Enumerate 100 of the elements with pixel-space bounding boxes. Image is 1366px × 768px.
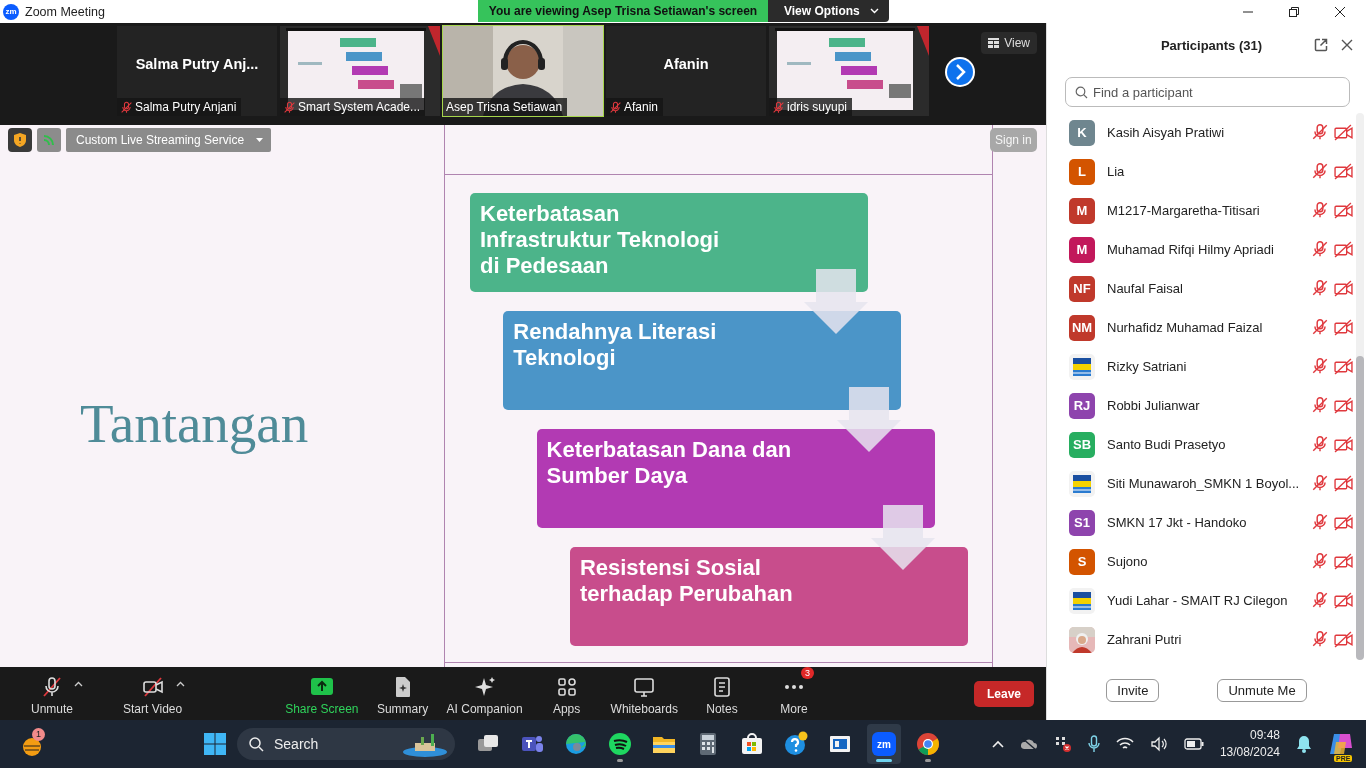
mic-button[interactable]: Unmute [16,669,88,718]
share-button[interactable]: Share Screen [277,669,367,718]
next-page-button[interactable] [944,56,976,88]
participant-row[interactable]: M Muhamad Rifqi Hilmy Apriadi [1047,230,1357,269]
close-icon[interactable] [1341,39,1353,51]
whiteboard-button[interactable]: Whiteboards [602,669,686,718]
participant-name: Nurhafidz Muhamad Faizal [1107,320,1264,335]
video-off-icon [1334,162,1354,181]
network-error-icon[interactable] [1053,736,1072,752]
zoom-logo: zm [3,3,19,20]
copilot-icon[interactable] [1328,732,1354,756]
video-tile[interactable]: Smart System Acade... [280,26,440,116]
participant-row[interactable]: NM Nurhafidz Muhamad Faizal [1047,308,1357,347]
pop-out-icon[interactable] [1314,38,1328,52]
video-tile[interactable]: Salma Putry Anj... Salma Putry Anjani [117,26,277,116]
battery-icon[interactable] [1183,738,1204,750]
video-off-icon [1334,552,1354,571]
muted-mic-icon [1311,630,1330,648]
participant-row[interactable]: K Kasih Aisyah Pratiwi [1047,113,1357,152]
video-off-icon [1334,435,1354,454]
participant-row[interactable]: S1 SMKN 17 Jkt - Handoko [1047,503,1357,542]
video-off-icon [1334,240,1354,259]
close-icon[interactable] [1334,5,1346,18]
notes-button[interactable]: Notes [685,669,758,718]
view-button[interactable]: View [981,32,1037,54]
muted-mic-icon [1311,162,1330,180]
apps-icon [555,676,578,698]
security-shield-icon[interactable] [8,128,32,152]
avatar: NM [1069,314,1095,341]
caret-icon[interactable] [176,680,186,687]
participant-name: Lia [1107,164,1126,179]
clock[interactable]: 09:48 13/08/2024 [1219,727,1280,761]
search-icon [1075,86,1088,99]
view-options-button[interactable]: View Options [768,0,889,22]
avatar: S1 [1069,509,1095,536]
edge-icon [563,731,589,757]
store-icon [739,731,765,757]
participant-row[interactable]: SB Santo Budi Prasetyo [1047,425,1357,464]
muted-mic-icon [1311,552,1330,570]
grid-icon [988,38,1000,48]
search-bar[interactable]: Search [237,728,455,760]
video-tile[interactable]: idris suyupi [769,26,929,116]
participant-row[interactable]: Zahrani Putri [1047,620,1357,659]
avatar: NF [1069,275,1095,302]
zoom-app-button[interactable]: zm [867,724,901,764]
video-off-icon [1334,201,1354,220]
bell-icon[interactable] [1296,735,1312,753]
muted-mic-icon [1311,396,1330,414]
video-off-icon [1334,123,1354,142]
participant-name: Smart System Acade... [298,100,421,114]
caret-icon [256,138,264,142]
wifi-icon[interactable] [1115,737,1134,751]
participant-name: Asep Trisna Setiawan [446,100,563,114]
more-button[interactable]: 3 More [757,669,830,718]
avatar: SB [1069,431,1095,458]
participant-name: Santo Budi Prasetyo [1107,437,1227,452]
participant-row[interactable]: S Sujono [1047,542,1357,581]
participant-row[interactable]: M M1217-Margaretha-Titisari [1047,191,1357,230]
participant-name: Kasih Aisyah Pratiwi [1107,125,1226,140]
spotify-icon [607,731,633,757]
avatar: RJ [1069,392,1095,419]
panel-title: Participants (31) [1160,38,1263,53]
participant-name: Salma Putry Anj... [135,56,259,72]
muted-mic-icon [1311,318,1330,336]
participant-row[interactable]: Yudi Lahar - SMAIT RJ Cilegon [1047,581,1357,620]
participant-name: Sujono [1107,554,1149,569]
leave-button[interactable]: Leave [973,680,1034,707]
chevron-up-icon[interactable] [991,740,1004,748]
video-off-icon [1334,396,1354,415]
search-field[interactable]: Find a participant [1065,77,1350,107]
scroll-thumb[interactable] [1356,356,1365,660]
participant-row[interactable]: L Lia [1047,152,1357,191]
weather-widget[interactable]: 1 [18,727,48,761]
maximize-icon[interactable] [1288,5,1300,18]
viewing-banner: You are viewing Asep Trisna Setiawan's screen [478,0,768,22]
video-tile[interactable]: Afanin Afanin [606,26,766,116]
participant-row[interactable]: NF Naufal Faisal [1047,269,1357,308]
companion-button[interactable]: AI Companion [438,669,531,718]
apps-button[interactable]: Apps [530,669,603,718]
microphone-icon[interactable] [1087,735,1100,753]
muted-mic-icon [1311,591,1330,609]
caret-icon[interactable] [74,680,83,687]
participant-row[interactable]: Siti Munawaroh_SMKN 1 Boyol... [1047,464,1357,503]
down-arrow-shape [837,387,902,452]
participant-row[interactable]: RJ Robbi Julianwar [1047,386,1357,425]
participant-name: Afanin [663,56,709,72]
notification-badge: 1 [32,727,45,741]
video-tile[interactable]: Asep Trisna Setiawan [443,26,603,116]
start-icon[interactable] [203,732,227,756]
cloud-off-icon[interactable] [1019,737,1038,751]
summary-button[interactable]: Summary [366,669,439,718]
muted-mic-icon [609,100,622,114]
video-button[interactable]: Start Video [115,669,191,718]
panel-button[interactable]: Unmute Me [1217,679,1307,702]
participant-row[interactable]: Rizky Satriani [1047,347,1357,386]
step-text: Keterbatasan Dana dan Sumber Daya [546,437,793,489]
volume-icon[interactable] [1149,736,1168,752]
participant-name: Robbi Julianwar [1107,398,1201,413]
down-arrow-shape [804,269,868,334]
panel-button[interactable]: Invite [1106,679,1160,702]
